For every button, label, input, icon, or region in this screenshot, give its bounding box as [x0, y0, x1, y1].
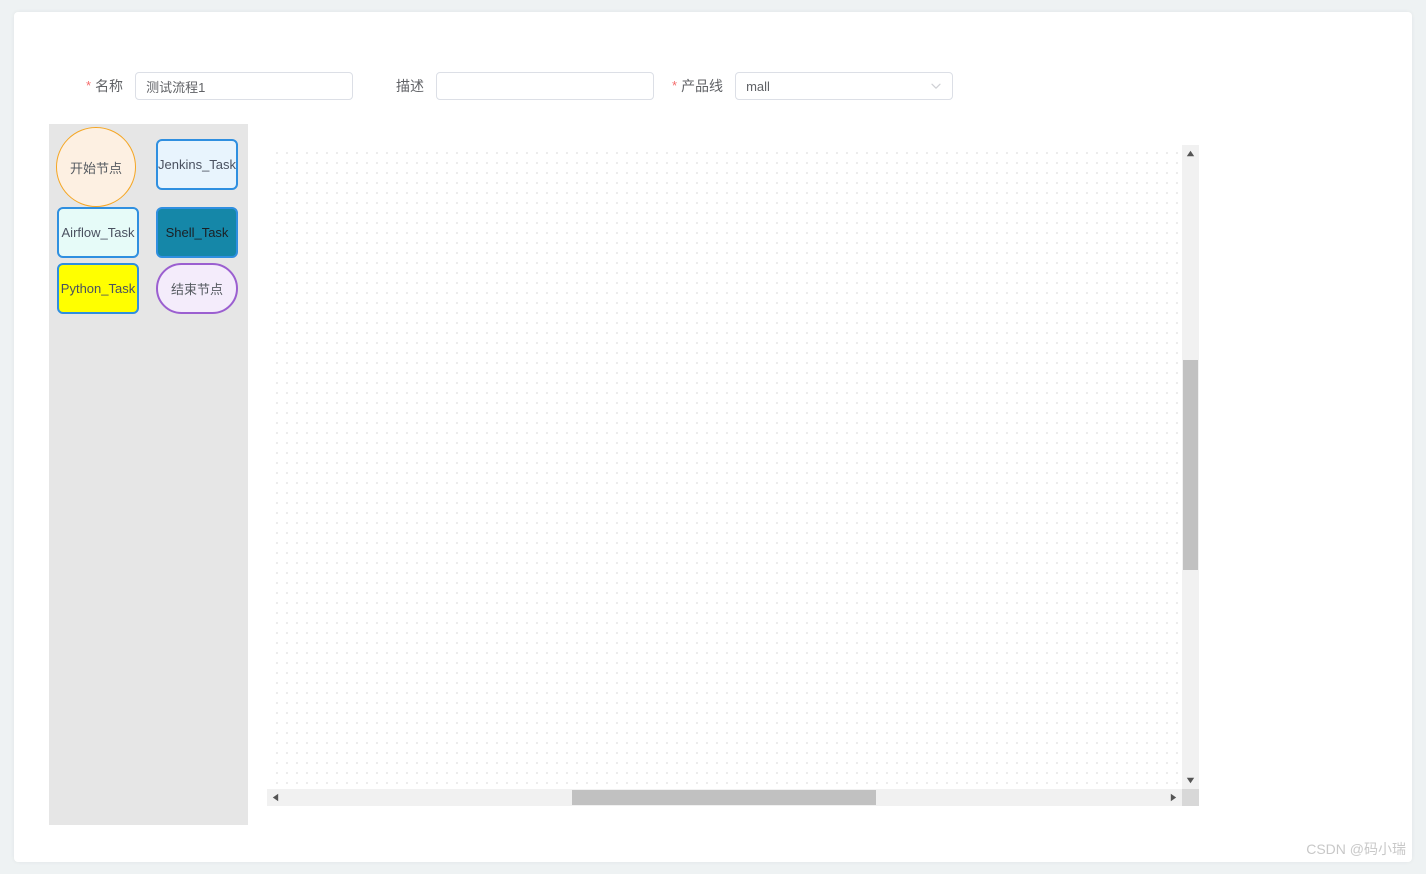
triangle-right-icon — [1170, 793, 1177, 802]
palette-node-airflow[interactable]: Airflow_Task — [57, 207, 139, 258]
required-marker-product-line: * — [672, 78, 678, 93]
scrollbar-corner — [1182, 789, 1199, 806]
vertical-scrollbar-thumb[interactable] — [1183, 360, 1198, 570]
scroll-up-button[interactable] — [1182, 145, 1199, 162]
palette-node-start[interactable]: 开始节点 — [56, 127, 136, 207]
triangle-left-icon — [272, 793, 279, 802]
node-palette: 开始节点 Jenkins_Task Airflow_Task Shell_Tas… — [49, 124, 248, 825]
form-field-description: 描述 — [392, 72, 654, 100]
watermark: CSDN @码小瑞 — [1306, 841, 1406, 857]
label-product-line: 产品线 — [681, 78, 724, 94]
canvas-horizontal-scrollbar[interactable] — [267, 789, 1182, 806]
product-line-select[interactable]: mall — [735, 72, 954, 100]
page-card: * 名称 描述 * 产品线 mall 开始节点 Jenkins_Ta — [14, 12, 1412, 862]
palette-node-shell[interactable]: Shell_Task — [156, 207, 238, 258]
triangle-down-icon — [1186, 777, 1195, 784]
product-line-value: mall — [746, 78, 770, 94]
horizontal-scrollbar-thumb[interactable] — [572, 790, 876, 805]
scroll-down-button[interactable] — [1182, 772, 1199, 789]
form-field-name: * 名称 — [86, 72, 354, 100]
flow-canvas[interactable] — [269, 145, 1185, 790]
flow-canvas-container — [254, 132, 1186, 808]
palette-node-end[interactable]: 结束节点 — [156, 263, 238, 314]
required-marker-name: * — [86, 78, 92, 93]
description-input[interactable] — [436, 72, 654, 100]
scroll-right-button[interactable] — [1165, 789, 1182, 806]
chevron-down-icon — [930, 80, 942, 92]
label-name: 名称 — [95, 78, 124, 94]
form-toolbar: * 名称 描述 * 产品线 mall — [14, 12, 1412, 112]
name-input[interactable] — [135, 72, 354, 100]
triangle-up-icon — [1186, 150, 1195, 157]
label-description: 描述 — [396, 78, 424, 94]
palette-node-python[interactable]: Python_Task — [57, 263, 139, 314]
form-field-product-line: * 产品线 mall — [672, 72, 954, 100]
scroll-left-button[interactable] — [267, 789, 284, 806]
palette-node-jenkins[interactable]: Jenkins_Task — [156, 139, 238, 190]
canvas-vertical-scrollbar[interactable] — [1182, 145, 1199, 789]
